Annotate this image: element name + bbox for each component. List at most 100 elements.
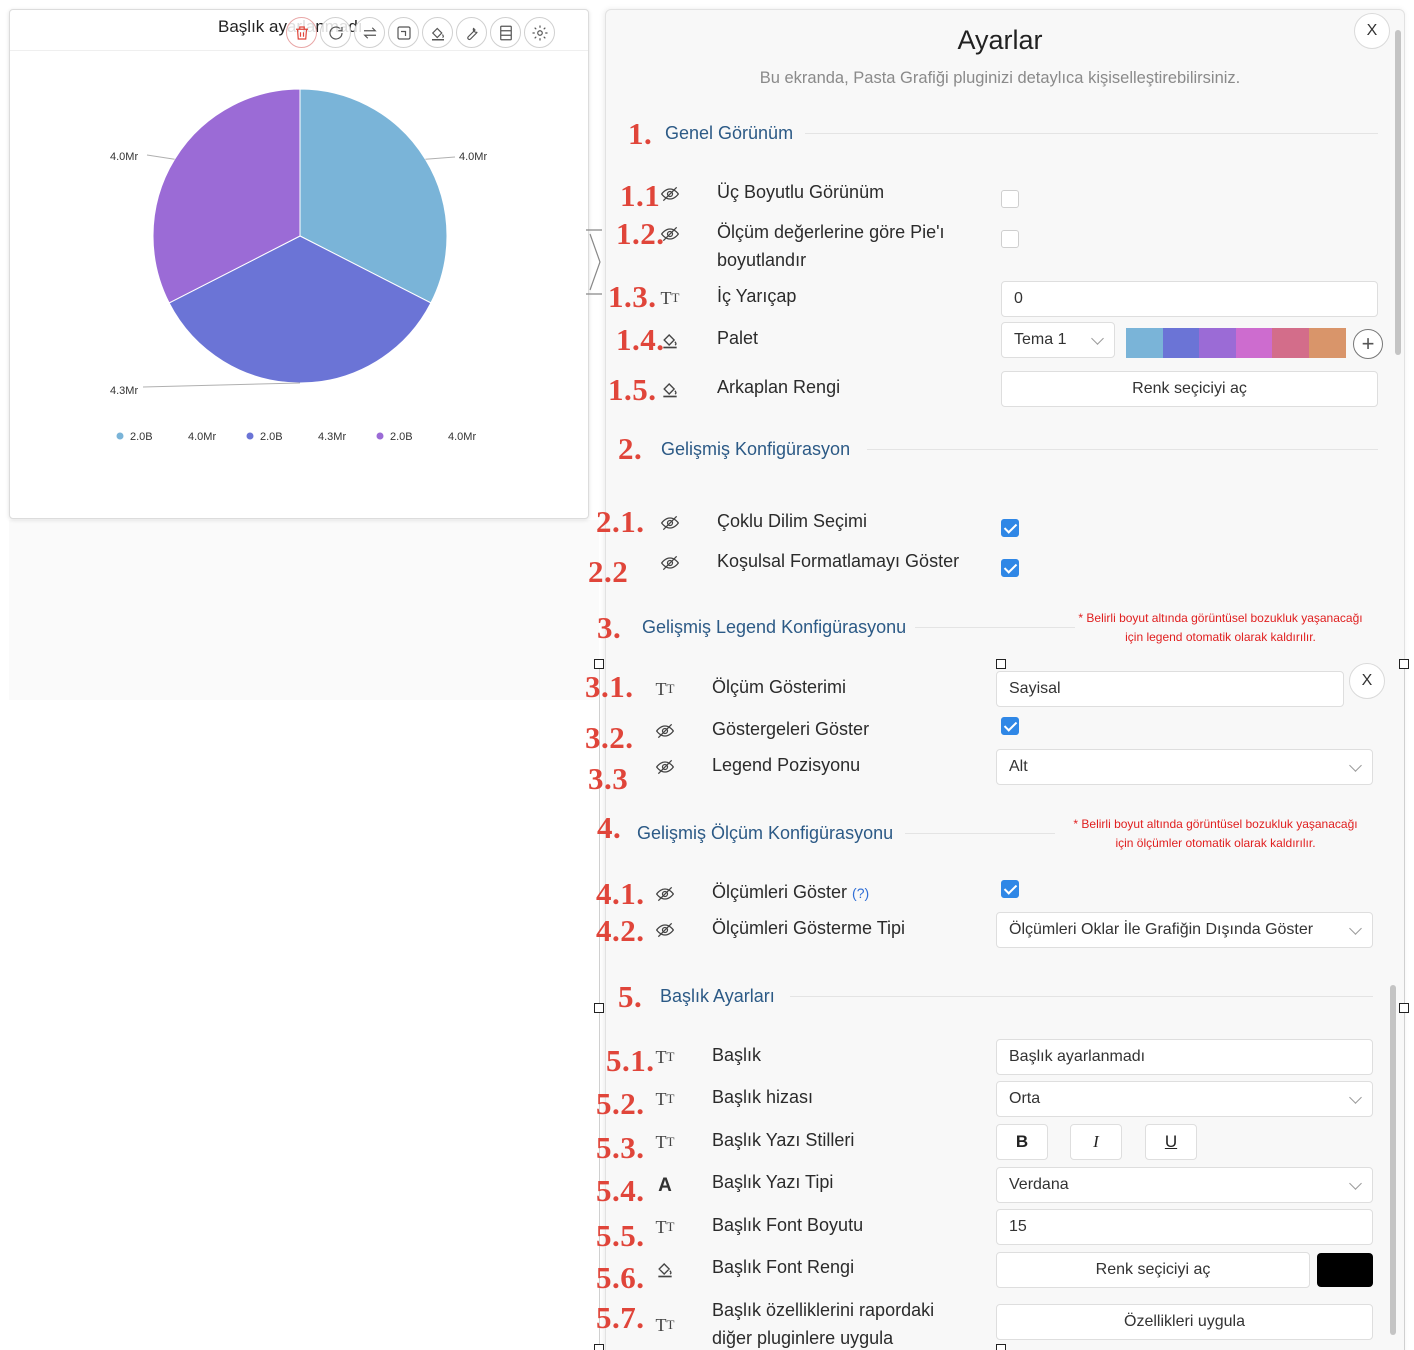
paint-bucket-icon	[657, 328, 683, 352]
help-link[interactable]: (?)	[852, 885, 869, 901]
gear-icon	[532, 25, 547, 40]
size-by-measure-checkbox[interactable]	[1001, 230, 1019, 248]
resize-handle[interactable]	[594, 1003, 604, 1013]
palette-swatch[interactable]	[1126, 328, 1163, 358]
resize-handle[interactable]	[996, 1344, 1006, 1350]
row-label: Ölçüm Gösterimi	[712, 677, 847, 697]
panel-title: Ayarlar	[957, 25, 1043, 55]
chevron-down-icon	[1349, 922, 1362, 935]
settings-button[interactable]	[524, 17, 555, 48]
legend-label[interactable]: 4.3Mr	[318, 431, 346, 443]
title-alignment-select[interactable]: Orta	[996, 1081, 1373, 1117]
row-label-text: Ölçümleri Göster	[712, 882, 848, 902]
chevron-down-icon	[1349, 1091, 1362, 1104]
text-size-icon: TT	[655, 1046, 675, 1067]
palette-swatch[interactable]	[1162, 328, 1200, 358]
fill-color-button[interactable]	[422, 17, 453, 48]
apply-properties-button[interactable]: Özellikleri uygula	[996, 1304, 1373, 1340]
resize-handle[interactable]	[1399, 1003, 1409, 1013]
paint-bucket-icon	[431, 27, 444, 40]
row-number: 1.1	[620, 178, 661, 213]
refresh-icon	[328, 25, 343, 40]
row-number: 5.4.	[596, 1173, 645, 1208]
section-title-olcum: Gelişmiş Ölçüm Konfigürasyonu	[637, 823, 894, 843]
multi-slice-select-checkbox[interactable]	[1001, 519, 1019, 537]
row-label: Başlık hizası	[712, 1087, 814, 1107]
background-color-picker-button[interactable]: Renk seçiciyi aç	[1001, 371, 1378, 407]
wrench-icon	[466, 27, 478, 40]
measure-display-value: Sayisal	[1009, 680, 1061, 697]
settings-wrench-button[interactable]	[456, 17, 487, 48]
italic-button[interactable]: I	[1070, 1124, 1122, 1160]
row-number: 5.5.	[596, 1218, 645, 1253]
inner-radius-input[interactable]: 0	[1001, 281, 1378, 317]
legend-position-select[interactable]: Alt	[996, 749, 1373, 785]
show-legend-checkbox[interactable]	[1001, 717, 1019, 735]
title-alignment-value: Orta	[1009, 1090, 1041, 1107]
title-color-swatch[interactable]	[1317, 1253, 1373, 1287]
conditional-format-checkbox[interactable]	[1001, 559, 1019, 577]
title-color-picker-button[interactable]: Renk seçiciyi aç	[996, 1252, 1310, 1288]
palette-swatch[interactable]	[1235, 328, 1273, 358]
title-font-size-input[interactable]: 15	[996, 1209, 1373, 1245]
legend-marker[interactable]	[376, 432, 384, 440]
palette-theme-value: Tema 1	[1014, 331, 1067, 348]
row-number: 2.1.	[596, 504, 645, 539]
scrollbar-thumb-top[interactable]	[1395, 30, 1401, 355]
pie-chart-card[interactable]: 4.0Mr 4.3Mr 4.0Mr 2.0B 4.0Mr 2.0B 4.3Mr 2.0B 4.0…	[9, 9, 589, 519]
legend-marker[interactable]	[246, 432, 254, 440]
swap-icon	[362, 26, 377, 39]
section-divider	[915, 627, 1075, 628]
underline-button[interactable]: U	[1145, 1124, 1197, 1160]
legend-label[interactable]: 4.0Mr	[448, 431, 476, 443]
section-divider	[867, 449, 1378, 450]
legend-label[interactable]: 4.0Mr	[188, 431, 216, 443]
resize-handle[interactable]	[594, 1344, 604, 1350]
resize-handle[interactable]	[1399, 659, 1409, 669]
bold-button[interactable]: B	[996, 1124, 1048, 1160]
section-title-legend: Gelişmiş Legend Konfigürasyonu	[642, 617, 907, 637]
palette-swatch[interactable]	[1199, 328, 1236, 358]
resize-handle[interactable]	[996, 659, 1006, 669]
measure-display-type-select[interactable]: Ölçümleri Oklar İle Grafiğin Dışında Gös…	[996, 912, 1373, 948]
3d-view-checkbox[interactable]	[1001, 190, 1019, 208]
palette-swatch[interactable]	[1308, 328, 1346, 358]
legend-value[interactable]: 2.0B	[260, 431, 283, 443]
section-number: 1.	[628, 116, 653, 151]
swap-button[interactable]	[354, 17, 385, 48]
title-input[interactable]: Başlık ayarlanmadı	[996, 1039, 1373, 1075]
measure-display-select[interactable]: Sayisal	[996, 671, 1344, 707]
palette-swatch[interactable]	[1272, 328, 1309, 358]
row-number: 4.1.	[596, 876, 645, 911]
show-measures-checkbox[interactable]	[1001, 880, 1019, 898]
legend-warning-note: * Belirli boyut altında görüntüsel bozuk…	[1078, 611, 1363, 644]
refresh-button[interactable]	[320, 17, 351, 48]
row-label: Ölçüm değerlerine göre Pie'ı boyutlandır	[717, 222, 945, 270]
eye-slash-icon	[652, 918, 678, 942]
row-label: Başlık Yazı Tipi	[712, 1172, 834, 1192]
frame-button[interactable]	[388, 17, 419, 48]
second-panel-close-button[interactable]: X	[1349, 663, 1385, 699]
legend-marker[interactable]	[116, 432, 124, 440]
eye-slash-icon	[652, 755, 678, 779]
close-button[interactable]: X	[1354, 13, 1390, 49]
palette-theme-select[interactable]: Tema 1	[1001, 322, 1115, 358]
row-number: 5.1.	[606, 1043, 655, 1078]
section-number: 4.	[597, 810, 622, 845]
text-size-icon: TT	[655, 1216, 675, 1237]
add-color-button[interactable]: +	[1353, 329, 1383, 359]
text-size-icon: TT	[655, 678, 675, 699]
section-divider	[790, 996, 1373, 997]
scrollbar-thumb-bottom[interactable]	[1390, 985, 1396, 1335]
data-label: 4.0Mr	[459, 151, 487, 163]
pie-chart[interactable]: 4.0Mr 4.3Mr 4.0Mr 2.0B 4.0Mr 2.0B 4.3Mr 2.0B 4.0…	[10, 10, 589, 519]
data-list-button[interactable]	[490, 17, 521, 48]
row-number: 1.5.	[608, 372, 657, 407]
legend-value[interactable]: 2.0B	[130, 431, 153, 443]
title-font-select[interactable]: Verdana	[996, 1167, 1373, 1203]
delete-button[interactable]	[286, 17, 317, 48]
row-number: 3.2.	[585, 720, 634, 755]
row-label: Başlık Font Rengi	[712, 1257, 855, 1277]
resize-handle[interactable]	[594, 659, 604, 669]
legend-value[interactable]: 2.0B	[390, 431, 413, 443]
